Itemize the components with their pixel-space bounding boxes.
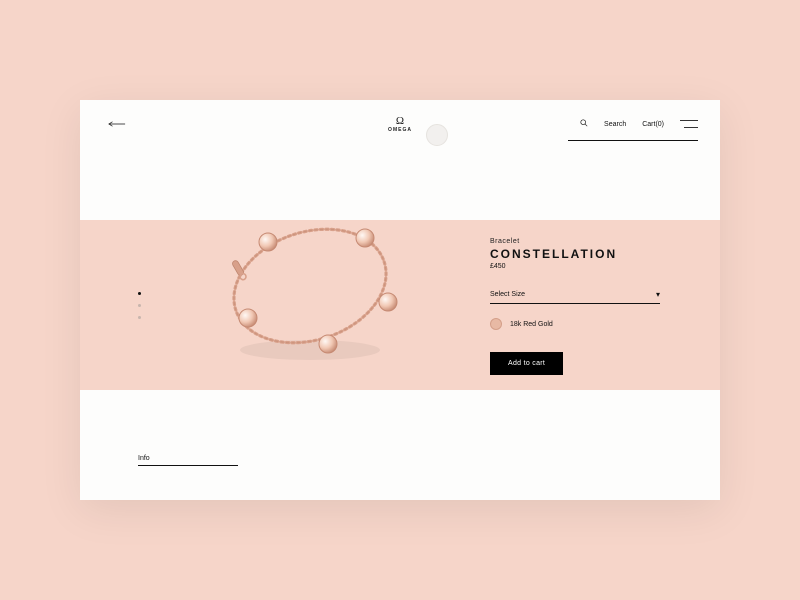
avatar[interactable]: [426, 124, 448, 146]
info-label: Info: [138, 455, 238, 462]
header: Ω OMEGA Search Cart(0): [80, 114, 720, 134]
size-select[interactable]: Select Size ▾: [490, 286, 660, 304]
brand-name: OMEGA: [388, 128, 412, 133]
product-image: [210, 190, 410, 390]
carousel-dot-3[interactable]: [138, 316, 141, 319]
brand-glyph: Ω: [388, 116, 412, 127]
menu-button[interactable]: [680, 120, 698, 128]
size-select-label: Select Size: [490, 291, 525, 298]
product-category: Bracelet: [490, 238, 660, 245]
arrow-left-icon: [108, 121, 126, 127]
material-label: 18k Red Gold: [510, 321, 553, 328]
info-underline: [138, 465, 238, 466]
search-link[interactable]: Search: [604, 121, 626, 128]
search-icon[interactable]: [580, 119, 588, 129]
page: Ω OMEGA Search Cart(0): [80, 100, 720, 500]
info-link[interactable]: Info: [138, 455, 238, 466]
carousel-dots: [138, 292, 141, 319]
chevron-down-icon: ▾: [656, 290, 660, 299]
header-right: Search Cart(0): [580, 119, 698, 129]
material-swatch[interactable]: [490, 318, 502, 330]
product-info: Bracelet CONSTELLATION £450 Select Size …: [490, 238, 660, 375]
product-title: CONSTELLATION: [490, 247, 660, 261]
header-divider: [568, 140, 698, 141]
product-price: £450: [490, 263, 660, 270]
add-to-cart-button[interactable]: Add to cart: [490, 352, 563, 375]
carousel-dot-2[interactable]: [138, 304, 141, 307]
back-button[interactable]: [108, 119, 126, 129]
carousel-dot-1[interactable]: [138, 292, 141, 295]
cart-link[interactable]: Cart(0): [642, 121, 664, 128]
material-option: 18k Red Gold: [490, 318, 660, 330]
brand-logo[interactable]: Ω OMEGA: [388, 116, 412, 133]
